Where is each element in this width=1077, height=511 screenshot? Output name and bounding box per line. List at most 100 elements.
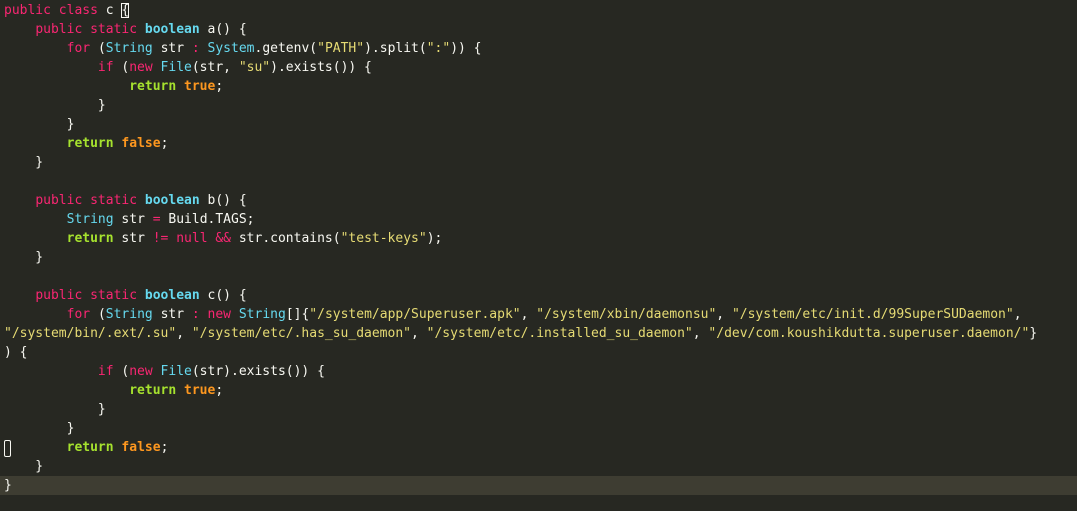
code-token: ; — [215, 383, 224, 398]
code-token: boolean — [144, 193, 208, 208]
code-line[interactable]: String str = Build.TAGS; — [4, 210, 255, 229]
code-token: true — [184, 79, 216, 94]
code-line[interactable]: public static boolean b() { — [4, 191, 246, 210]
text-cursor — [4, 440, 11, 457]
code-token: String — [105, 307, 161, 322]
code-line[interactable]: for (String str : new String[]{"/system/… — [4, 305, 1022, 324]
code-line[interactable]: return str != null && str.contains("test… — [4, 229, 443, 248]
code-token: , — [692, 326, 709, 341]
code-token: "test-keys" — [340, 231, 427, 246]
code-token: && — [215, 231, 239, 246]
code-token: for — [66, 41, 98, 56]
code-token: ; — [160, 440, 169, 455]
code-line[interactable]: } — [4, 96, 106, 115]
code-token: "/dev/com.koushikdutta.superuser.daemon/… — [708, 326, 1030, 341]
code-token: : — [191, 307, 208, 322]
code-line[interactable]: } — [4, 248, 43, 267]
code-token: , — [176, 326, 192, 341]
code-token: "su" — [238, 60, 271, 75]
code-token: return — [129, 383, 185, 398]
code-line[interactable]: } — [4, 419, 75, 438]
code-token: return — [129, 79, 185, 94]
code-line[interactable]: } — [4, 457, 43, 476]
code-token: } — [4, 117, 75, 132]
code-token: ( — [97, 41, 106, 56]
current-line-highlight — [0, 476, 1077, 495]
code-token: } — [4, 421, 75, 436]
code-token: str — [121, 212, 153, 227]
code-token: "/system/etc/init.d/99SuperSUDaemon" — [731, 307, 1014, 322]
code-line[interactable]: return false; — [4, 134, 169, 153]
code-token: for — [66, 307, 98, 322]
code-token: .getenv( — [254, 41, 318, 56]
code-line[interactable]: return true; — [4, 77, 223, 96]
code-token: "/system/etc/.installed_su_daemon" — [426, 326, 693, 341]
code-token: ); — [426, 231, 443, 246]
code-line[interactable]: return false; — [4, 438, 169, 457]
code-token: public static — [35, 22, 145, 37]
code-token: ) { — [4, 345, 28, 360]
code-token: "/system/xbin/daemonsu" — [536, 307, 717, 322]
code-token: c — [105, 3, 122, 18]
code-line[interactable]: "/system/bin/.ext/.su", "/system/etc/.ha… — [4, 324, 1037, 343]
code-token: != — [152, 231, 177, 246]
code-line[interactable]: } — [4, 153, 43, 172]
code-line[interactable]: public static boolean c() { — [4, 286, 246, 305]
code-token: ; — [215, 79, 224, 94]
code-token: "/system/etc/.has_su_daemon" — [191, 326, 411, 341]
code-line[interactable]: if (new File(str, "su").exists()) { — [4, 58, 372, 77]
code-token: = — [152, 212, 169, 227]
code-token: (str).exists()) { — [191, 364, 325, 379]
code-token: new — [129, 60, 161, 75]
code-line[interactable]: if (new File(str).exists()) { — [4, 362, 325, 381]
code-token: str.contains( — [238, 231, 341, 246]
code-token: public class — [4, 3, 106, 18]
code-token: ).split( — [364, 41, 427, 56]
code-token: ; — [160, 136, 169, 151]
code-token: null — [176, 231, 216, 246]
code-token: String — [105, 41, 161, 56]
code-token: new — [207, 307, 239, 322]
code-line[interactable]: } — [4, 115, 75, 134]
code-token: boolean — [144, 288, 208, 303]
code-token: false — [121, 440, 161, 455]
code-token: "/system/bin/.ext/.su" — [4, 326, 177, 341]
code-token: String — [238, 307, 286, 322]
code-token: } — [4, 402, 106, 417]
code-token: (str, — [191, 60, 239, 75]
code-line[interactable]: } — [4, 476, 12, 495]
code-token: "/system/app/Superuser.apk" — [309, 307, 521, 322]
code-editor[interactable]: public class c { public static boolean a… — [0, 0, 1077, 511]
code-line[interactable]: public class c { — [4, 1, 130, 20]
code-token: str — [160, 307, 192, 322]
code-token: } — [4, 459, 44, 474]
code-line[interactable]: for (String str : System.getenv("PATH").… — [4, 39, 482, 58]
code-token: if — [97, 364, 122, 379]
code-token: File — [160, 60, 192, 75]
code-token: return — [66, 136, 122, 151]
code-token: a() { — [207, 22, 247, 37]
matched-brace: { — [121, 3, 130, 18]
code-token: []{ — [285, 307, 310, 322]
code-token: : — [191, 41, 208, 56]
code-token: , — [716, 307, 732, 322]
code-token: , — [411, 326, 427, 341]
code-line[interactable]: public static boolean a() { — [4, 20, 247, 39]
code-token: public static — [35, 193, 145, 208]
code-line[interactable]: ) { — [4, 343, 27, 362]
code-line[interactable]: return true; — [4, 381, 223, 400]
code-token: Build.TAGS; — [168, 212, 255, 227]
code-token: , — [520, 307, 537, 322]
code-token: } — [4, 250, 44, 265]
code-line[interactable]: } — [4, 400, 106, 419]
